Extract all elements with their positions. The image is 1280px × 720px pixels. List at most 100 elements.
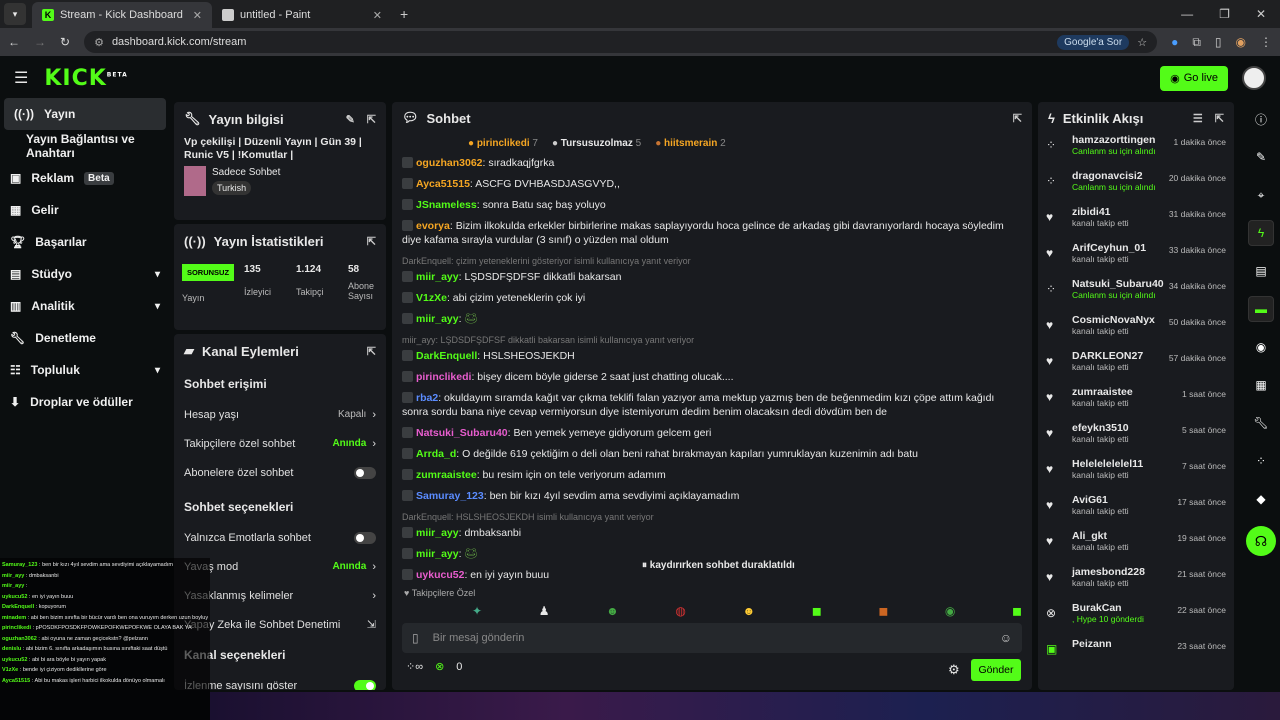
event-username[interactable]: zibidi41 (1072, 206, 1129, 218)
activity-event[interactable]: ♥ jamesbond228 kanalı takip etti 21 saat ön… (1038, 566, 1234, 602)
chat-message[interactable]: Ayca51515: ASCFG DVHBASDJASGVYD,, (402, 177, 1022, 191)
activity-event[interactable]: ♥ AviG61 kanalı takip etti 17 saat önce (1038, 494, 1234, 530)
target-icon[interactable]: ⌖ (1248, 182, 1274, 208)
chat-message[interactable]: Natsuki_Subaru40: Ben yemek yemeye gidiy… (402, 426, 1022, 440)
emote-icon[interactable]: ☻ (606, 604, 619, 618)
chat-username[interactable]: miir_ayy (416, 271, 459, 283)
activity-event[interactable]: ⁘ dragonavcisi2 Canlanm su için alındı 20 d… (1038, 170, 1234, 206)
popout-icon[interactable]: ⇱ (1215, 112, 1224, 125)
activity-event[interactable]: ⊗ BurakCan, Hype 10 gönderdi 22 saat önce (1038, 602, 1234, 638)
chat-username[interactable]: Arrda_d (416, 448, 456, 460)
reload-icon[interactable]: ↻ (60, 35, 70, 49)
tab-search-button[interactable]: ▾ (4, 3, 26, 25)
emote-icon[interactable]: ◍ (675, 604, 685, 618)
top-chatter-1[interactable]: ● pirinclikedi 7 (468, 138, 538, 149)
followers-only-row[interactable]: Takipçilere özel sohbet Anında › (174, 429, 386, 458)
tab-kick-dashboard[interactable]: K Stream - Kick Dashboard ✕ (32, 2, 212, 28)
event-username[interactable]: hamzazorttingen (1072, 134, 1156, 146)
activity-event-list[interactable]: ⁘ hamzazorttingen Canlanm su için alındı 1 … (1038, 134, 1234, 674)
chat-message[interactable]: miir_ayy: 🐸︎ (402, 312, 1022, 326)
forward-icon[interactable]: → (34, 35, 46, 49)
emote-icon[interactable]: ☻ (742, 604, 755, 618)
sidebar-item-denetleme[interactable]: 🔧︎ Denetleme (0, 322, 170, 354)
chat-message[interactable]: Samuray_123: ben bir kızı 4yıl sevdim am… (402, 489, 1022, 503)
chat-username[interactable]: DarkEnquell (416, 350, 477, 362)
broadcast-icon[interactable]: ◉ (1248, 334, 1274, 360)
popout-icon[interactable]: ⇱ (367, 235, 376, 248)
new-tab-icon[interactable]: + (400, 6, 408, 22)
sidebar-item-droplar[interactable]: ⬇ Droplar ve ödüller (0, 386, 170, 418)
emote-icon[interactable]: ✦ (472, 604, 482, 618)
activity-event[interactable]: ♥ CosmicNovaNyx kanalı takip etti 50 dakika… (1038, 314, 1234, 350)
chat-username[interactable]: evorya (416, 220, 450, 232)
drops-icon[interactable]: ⁘ (1248, 448, 1274, 474)
pencil-icon[interactable]: ✎ (1248, 144, 1274, 170)
wrench-icon[interactable]: 🔧︎ (1248, 410, 1274, 436)
chat-username[interactable]: V1zXe (416, 292, 447, 304)
extension-icon[interactable]: ● (1171, 35, 1178, 49)
user-avatar[interactable] (1242, 66, 1266, 90)
chat-message[interactable]: DarkEnquell: HSLSHEOSJEKDH (402, 349, 1022, 363)
chat-username[interactable]: Samuray_123 (416, 490, 484, 502)
activity-event[interactable]: ♥ efeykn3510 kanalı takip etti 5 saat önce (1038, 422, 1234, 458)
sidebar-item-reklam[interactable]: ▣ Reklam Beta (0, 162, 170, 194)
sidebar-item-topluluk[interactable]: ☷ Topluluk ▾ (0, 354, 170, 386)
chat-message[interactable]: rba2: okuldayım sıramda kağıt var çıkma … (402, 391, 1022, 419)
maximize-icon[interactable]: ❐ (1219, 7, 1230, 21)
emote-only-toggle[interactable] (354, 531, 376, 544)
event-username[interactable]: dragonavcisi2 (1072, 170, 1156, 182)
popout-icon[interactable]: ⇱ (367, 345, 376, 358)
sidebar-item-basarilar[interactable]: 🏆︎ Başarılar (0, 226, 170, 258)
support-headset-icon[interactable]: ☊ (1246, 526, 1276, 556)
menu-dots-icon[interactable]: ⋮ (1260, 35, 1272, 49)
chat-username[interactable]: pirinclikedi (416, 371, 471, 383)
close-tab-icon[interactable]: ✕ (373, 9, 382, 22)
event-username[interactable]: AviG61 (1072, 494, 1129, 506)
chat-message[interactable]: pirinclikedi: bişey dicem böyle giderse … (402, 370, 1022, 384)
activity-event[interactable]: ♥ ArifCeyhun_01 kanalı takip etti 33 dakika… (1038, 242, 1234, 278)
reply-indicator[interactable]: miir_ayy: LŞDSDFŞDFSF dikkatli bakarsan … (402, 333, 1022, 347)
lightning-icon[interactable]: ϟ (1248, 220, 1274, 246)
sidebar-item-yayin[interactable]: ((·)) Yayın (4, 98, 166, 130)
close-window-icon[interactable]: ✕ (1256, 7, 1266, 21)
google-ask-button[interactable]: Google'a Sor (1057, 34, 1130, 50)
chat-icon[interactable]: ▬ (1248, 296, 1274, 322)
emote-icon[interactable]: ◼ (1012, 604, 1022, 618)
emote-icon[interactable]: ♟ (539, 604, 550, 618)
popout-icon[interactable]: ⇱ (1013, 112, 1022, 125)
sidebar-toggle-icon[interactable]: ▯ (1215, 35, 1222, 49)
activity-event[interactable]: ♥ DARKLEON27 kanalı takip etti 57 dakika ön… (1038, 350, 1234, 386)
activity-event[interactable]: ▣ Peizann 23 saat önce (1038, 638, 1234, 674)
chat-message[interactable]: miir_ayy: dmbaksanbi (402, 526, 1022, 540)
minimize-icon[interactable]: — (1181, 7, 1193, 21)
event-username[interactable]: Peizann (1072, 638, 1112, 650)
chat-input[interactable]: ▯ Bir mesaj gönderin ☺ (402, 623, 1022, 653)
chat-username[interactable]: Natsuki_Subaru40 (416, 427, 508, 439)
site-info-icon[interactable]: ⚙ (94, 36, 104, 49)
close-tab-icon[interactable]: ✕ (193, 9, 202, 22)
chat-message[interactable]: V1zXe: abi çizim yeteneklerin çok iyi (402, 291, 1022, 305)
sidebar-item-gelir[interactable]: ▦ Gelir (0, 194, 170, 226)
account-age-row[interactable]: Hesap yaşı Kapalı › (174, 400, 386, 429)
popout-icon[interactable]: ⇱ (367, 113, 376, 126)
chat-username[interactable]: miir_ayy (416, 313, 459, 325)
activity-event[interactable]: ⁘ hamzazorttingen Canlanm su için alındı 1 … (1038, 134, 1234, 170)
chat-username[interactable]: zumraaistee (416, 469, 477, 481)
top-chatter-2[interactable]: ● Tursusuzolmaz 5 (552, 138, 641, 149)
hamburger-menu-icon[interactable]: ☰ (14, 68, 28, 88)
event-username[interactable]: Natsuki_Subaru40 (1072, 278, 1164, 290)
top-chatter-3[interactable]: ● hiitsmerain 2 (655, 138, 726, 149)
reply-indicator[interactable]: DarkEnquell: çizim yeteneklerini gösteri… (402, 254, 1022, 268)
chat-message[interactable]: miir_ayy: LŞDSDFŞDFSF dikkatli bakarsan (402, 270, 1022, 284)
sidebar-item-stream-key[interactable]: Yayın Bağlantısı ve Anahtarı (0, 130, 170, 162)
event-username[interactable]: Helelelelelel11 (1072, 458, 1143, 470)
chat-username[interactable]: uykucu52 (416, 569, 464, 581)
event-username[interactable]: ArifCeyhun_01 (1072, 242, 1146, 254)
bookmark-star-icon[interactable]: ☆ (1137, 36, 1147, 49)
chat-settings-gear-icon[interactable]: ⚙ (948, 662, 960, 678)
activity-event[interactable]: ♥ zumraaistee kanalı takip etti 1 saat önce (1038, 386, 1234, 422)
kick-logo[interactable]: KICKBETA (44, 66, 127, 91)
reply-indicator[interactable]: DarkEnquell: HSLSHEOSJEKDH isimli kullan… (402, 510, 1022, 524)
event-username[interactable]: DARKLEON27 (1072, 350, 1143, 362)
send-button[interactable]: Gönder (971, 659, 1021, 681)
